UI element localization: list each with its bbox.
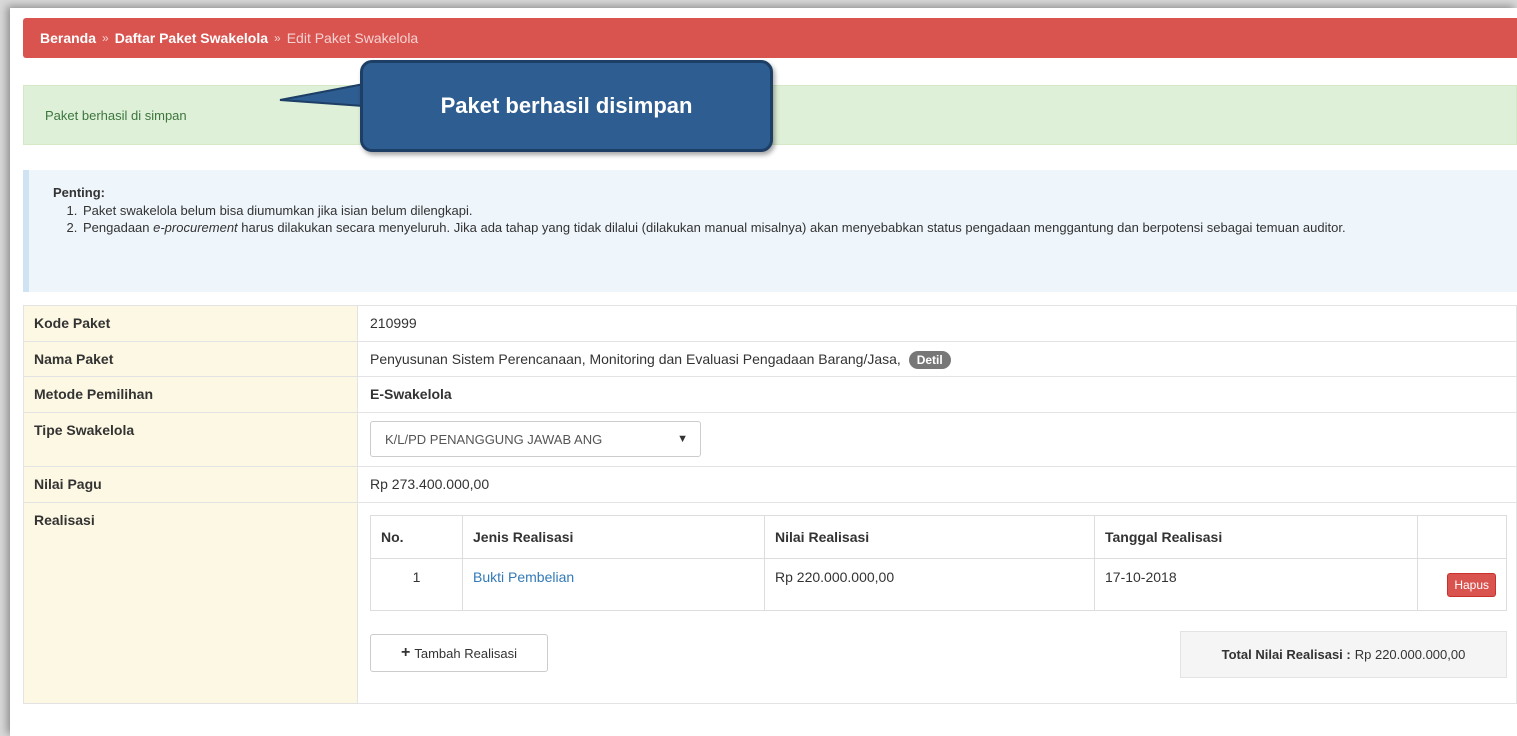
info-item-text: Paket swakelola belum bisa diumumkan jik… xyxy=(83,203,473,218)
col-header-action xyxy=(1417,515,1507,559)
tipe-swakelola-select[interactable]: K/L/PD PENANGGUNG JAWAB ANG ▼ xyxy=(370,421,701,457)
success-alert-text: Paket berhasil di simpan xyxy=(45,107,187,123)
info-item-text: Pengadaan xyxy=(83,220,154,235)
realisasi-label: Realisasi xyxy=(23,502,358,704)
realisasi-jenis-cell: Bukti Pembelian xyxy=(462,558,765,611)
col-header-jenis: Jenis Realisasi xyxy=(462,515,765,559)
page-frame: Beranda » Daftar Paket Swakelola » Edit … xyxy=(10,8,1517,736)
realisasi-table: No. Jenis Realisasi Nilai Realisasi Tang… xyxy=(370,515,1507,611)
total-value: Rp 220.000.000,00 xyxy=(1354,647,1466,662)
plus-icon: + xyxy=(401,644,411,661)
info-item: Pengadaan e-procurement harus dilakukan … xyxy=(81,219,1517,236)
paket-form-table: Kode Paket 210999 Nama Paket Penyusunan … xyxy=(23,305,1517,704)
kode-label: Kode Paket xyxy=(23,305,358,342)
realisasi-cell: No. Jenis Realisasi Nilai Realisasi Tang… xyxy=(357,502,1517,704)
pagu-value: Rp 273.400.000,00 xyxy=(357,466,1517,503)
pagu-label: Nilai Pagu xyxy=(23,466,358,503)
realisasi-panel: No. Jenis Realisasi Nilai Realisasi Tang… xyxy=(370,512,1516,703)
realisasi-tanggal: 17-10-2018 xyxy=(1094,558,1418,611)
kode-value: 210999 xyxy=(357,305,1517,342)
realisasi-no: 1 xyxy=(370,558,463,611)
hapus-button[interactable]: Hapus xyxy=(1447,573,1496,597)
breadcrumb-current: Edit Paket Swakelola xyxy=(286,30,419,46)
info-alert: Penting: Paket swakelola belum bisa dium… xyxy=(23,170,1517,292)
info-item-text: harus dilakukan secara menyeluruh. Jika … xyxy=(237,220,1346,235)
info-list: Paket swakelola belum bisa diumumkan jik… xyxy=(53,202,1517,236)
breadcrumb-separator: » xyxy=(274,31,281,45)
tambah-realisasi-button[interactable]: + Tambah Realisasi xyxy=(370,634,548,672)
table-row: 1 Bukti Pembelian Rp 220.000.000,00 17-1… xyxy=(370,558,1507,611)
metode-label: Metode Pemilihan xyxy=(23,376,358,413)
col-header-no: No. xyxy=(370,515,463,559)
nama-cell: Penyusunan Sistem Perencanaan, Monitorin… xyxy=(357,341,1517,377)
realisasi-jenis-link[interactable]: Bukti Pembelian xyxy=(473,569,574,585)
tambah-realisasi-label: Tambah Realisasi xyxy=(414,645,517,661)
tipe-cell: K/L/PD PENANGGUNG JAWAB ANG ▼ xyxy=(357,412,1517,467)
col-header-nilai: Nilai Realisasi xyxy=(764,515,1095,559)
info-item-emphasis: e-procurement xyxy=(153,220,238,235)
breadcrumb: Beranda » Daftar Paket Swakelola » Edit … xyxy=(23,18,1517,58)
metode-value: E-Swakelola xyxy=(357,376,1517,413)
dropdown-arrow-icon: ▼ xyxy=(677,433,688,445)
breadcrumb-list-link[interactable]: Daftar Paket Swakelola xyxy=(115,30,268,46)
info-title: Penting: xyxy=(53,185,105,200)
breadcrumb-home-link[interactable]: Beranda xyxy=(40,30,96,46)
tipe-select-value: K/L/PD PENANGGUNG JAWAB ANG xyxy=(385,431,603,447)
tipe-label: Tipe Swakelola xyxy=(23,412,358,467)
nama-label: Nama Paket xyxy=(23,341,358,377)
col-header-tanggal: Tanggal Realisasi xyxy=(1094,515,1418,559)
form-row-metode: Metode Pemilihan E-Swakelola xyxy=(23,376,1517,413)
form-row-pagu: Nilai Pagu Rp 273.400.000,00 xyxy=(23,466,1517,503)
nama-value: Penyusunan Sistem Perencanaan, Monitorin… xyxy=(370,351,901,367)
total-label: Total Nilai Realisasi : xyxy=(1221,647,1351,662)
detil-button[interactable]: Detil xyxy=(908,351,951,369)
callout-text: Paket berhasil disimpan xyxy=(440,93,693,118)
annotation-callout: Paket berhasil disimpan xyxy=(360,60,773,152)
realisasi-header-row: No. Jenis Realisasi Nilai Realisasi Tang… xyxy=(370,515,1507,559)
realisasi-action-cell: Hapus xyxy=(1417,558,1507,611)
realisasi-nilai: Rp 220.000.000,00 xyxy=(764,558,1095,611)
form-row-kode: Kode Paket 210999 xyxy=(23,305,1517,342)
total-realisasi-box: Total Nilai Realisasi : Rp 220.000.000,0… xyxy=(1180,631,1507,678)
breadcrumb-separator: » xyxy=(102,31,109,45)
form-row-tipe: Tipe Swakelola K/L/PD PENANGGUNG JAWAB A… xyxy=(23,412,1517,467)
form-row-nama: Nama Paket Penyusunan Sistem Perencanaan… xyxy=(23,341,1517,377)
form-row-realisasi: Realisasi No. Jenis Realisasi Nilai Real… xyxy=(23,502,1517,704)
info-item: Paket swakelola belum bisa diumumkan jik… xyxy=(81,202,1517,219)
